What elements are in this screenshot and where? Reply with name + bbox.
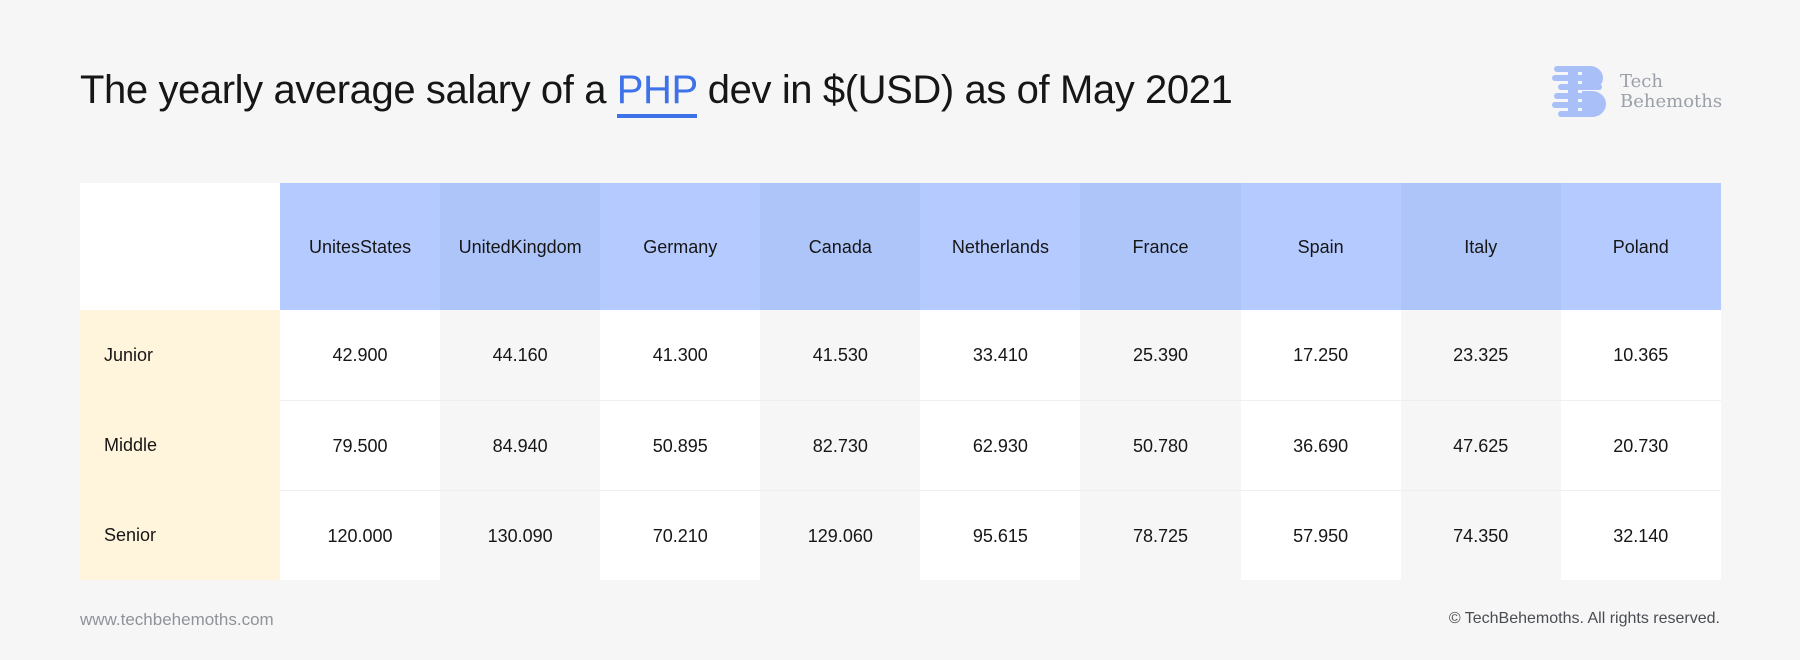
data-cell: 62.930: [920, 400, 1081, 490]
data-cell: 33.410: [920, 310, 1081, 400]
data-cell: 23.325: [1400, 310, 1561, 400]
data-cell: 41.530: [760, 310, 921, 400]
data-cell: 74.350: [1400, 490, 1561, 580]
data-cell: 32.140: [1560, 490, 1721, 580]
column-header-line: Germany: [643, 236, 718, 257]
title-prefix: The yearly average salary of a: [80, 68, 617, 112]
data-cell: 42.900: [280, 310, 441, 400]
data-cell: 44.160: [440, 310, 601, 400]
data-cell: 50.780: [1080, 400, 1241, 490]
title-highlight: PHP: [616, 68, 697, 118]
row-label: Junior: [80, 310, 280, 400]
data-cell: 47.625: [1400, 400, 1561, 490]
data-cell: 10.365: [1560, 310, 1721, 400]
column-header-line: Canada: [808, 236, 872, 257]
tech-behemoths-logo: Tech Behemoths: [1552, 64, 1722, 120]
column-header: Spain: [1240, 183, 1401, 310]
column-header-line: Italy: [1464, 236, 1498, 257]
column-header-line: United: [458, 236, 511, 257]
logo-wordmark: Tech Behemoths: [1620, 72, 1722, 112]
page-title: The yearly average salary of a PHP dev i…: [80, 68, 1233, 118]
data-cell: 78.725: [1080, 490, 1241, 580]
data-cell: 25.390: [1080, 310, 1241, 400]
data-cell: 84.940: [440, 400, 601, 490]
data-cell: 79.500: [280, 400, 441, 490]
column-header: United Kingdom: [440, 183, 601, 310]
data-cell: 57.950: [1240, 490, 1401, 580]
data-cell: 82.730: [760, 400, 921, 490]
copyright-notice: © TechBehemoths. All rights reserved.: [1448, 610, 1720, 627]
column-header: Unites States: [280, 183, 441, 310]
data-cell: 129.060: [760, 490, 921, 580]
data-cell: 95.615: [920, 490, 1081, 580]
data-cell: 36.690: [1240, 400, 1401, 490]
column-header-line: States: [360, 236, 412, 257]
logo-line-2: Behemoths: [1620, 91, 1723, 112]
column-header: Netherlands: [920, 183, 1081, 310]
column-header-line: Unites: [309, 236, 361, 257]
data-cell: 130.090: [440, 490, 601, 580]
table-corner: [80, 183, 280, 310]
column-header-line: Poland: [1612, 236, 1669, 257]
title-suffix: dev in $(USD) as of May 2021: [697, 68, 1233, 112]
data-cell: 17.250: [1240, 310, 1401, 400]
column-header: Canada: [760, 183, 921, 310]
column-header-line: Kingdom: [510, 236, 582, 257]
data-cell: 50.895: [600, 400, 761, 490]
data-cell: 20.730: [1560, 400, 1721, 490]
logo-mark-icon: [1552, 66, 1606, 117]
column-header: Italy: [1400, 183, 1561, 310]
data-cell: 41.300: [600, 310, 761, 400]
column-header: Germany: [600, 183, 761, 310]
column-header-line: Spain: [1297, 236, 1344, 257]
column-header: France: [1080, 183, 1241, 310]
data-cell: 120.000: [280, 490, 441, 580]
salary-table: Unites States United Kingdom Germany Canada Ne…: [80, 183, 1721, 580]
column-header-line: Netherlands: [951, 236, 1049, 257]
row-label: Senior: [80, 490, 280, 580]
website-url: www.techbehemoths.com: [80, 610, 274, 629]
row-label: Middle: [80, 400, 280, 490]
data-cell: 70.210: [600, 490, 761, 580]
column-header-line: France: [1132, 236, 1189, 257]
column-header: Poland: [1560, 183, 1721, 310]
logo-line-1: Tech: [1620, 71, 1663, 92]
